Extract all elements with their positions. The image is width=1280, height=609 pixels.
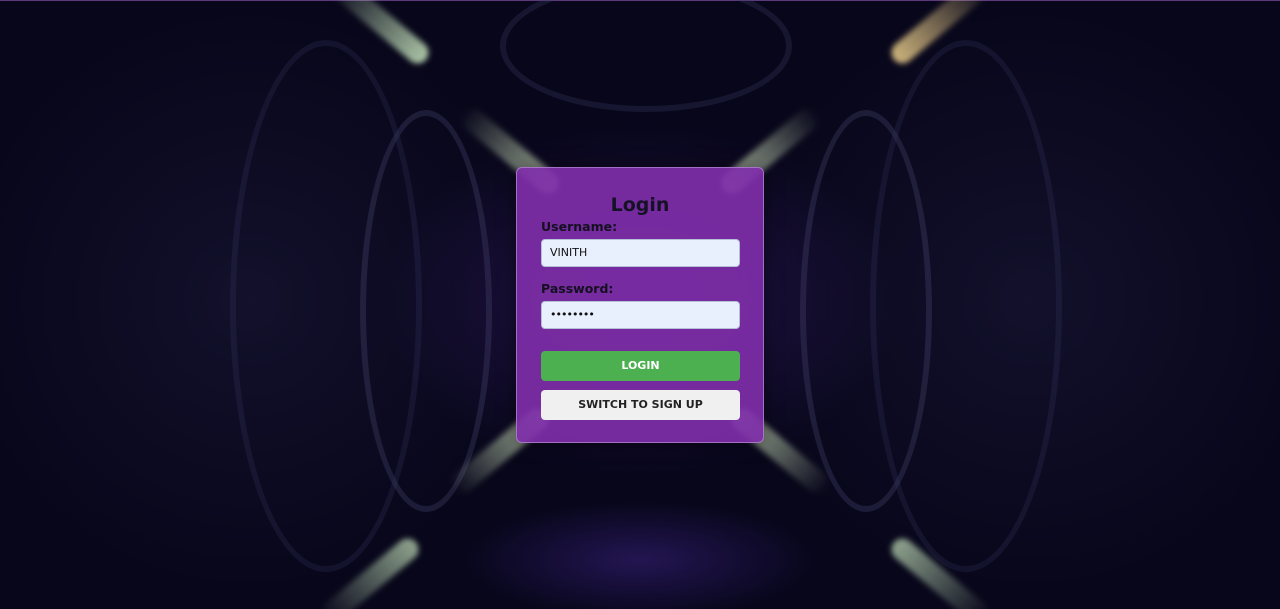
username-input[interactable]: VINITH [541,239,740,267]
login-button[interactable]: LOGIN [541,351,740,381]
password-input[interactable]: •••••••• [541,301,740,329]
tunnel-arch [230,40,422,572]
password-label: Password: [541,281,614,296]
switch-to-signup-button[interactable]: SWITCH TO SIGN UP [541,390,740,420]
tunnel-arch [870,40,1062,572]
login-title: Login [610,194,670,216]
username-label: Username: [541,219,618,234]
login-card: Login Username: VINITH Password: •••••••… [516,167,764,443]
tunnel-arch [500,0,792,112]
